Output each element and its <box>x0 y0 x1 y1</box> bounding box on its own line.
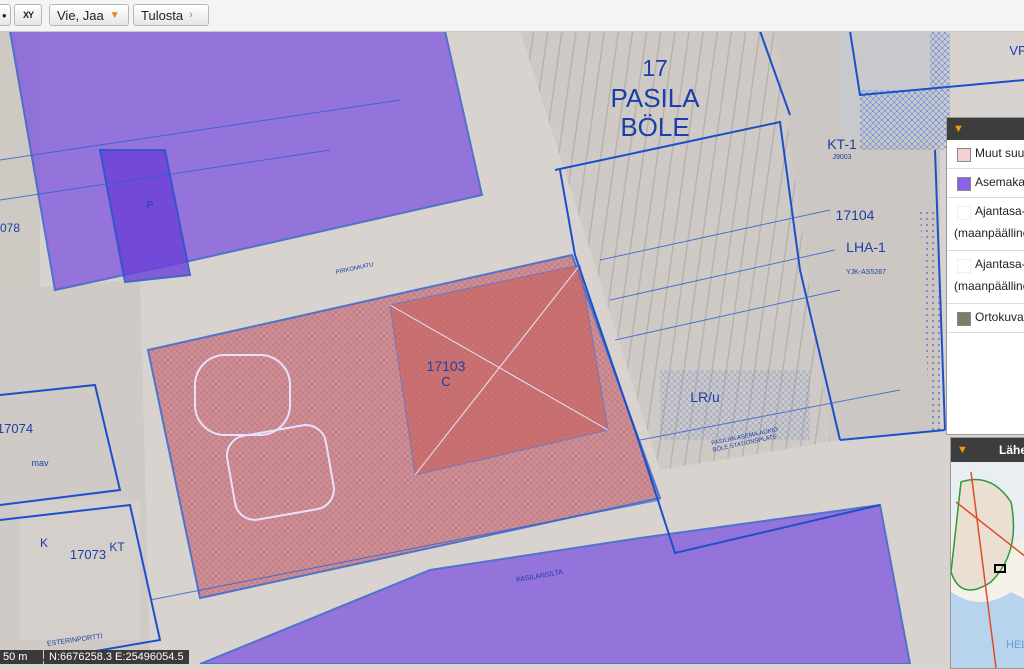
district-number: 17 <box>642 55 668 81</box>
block-078: 078 <box>0 221 20 235</box>
lha-label: LHA-1 <box>846 239 886 255</box>
print-button[interactable]: Tulosta › <box>133 4 209 26</box>
layer-swatch <box>957 259 971 273</box>
district-name-fi: PASILA <box>610 83 700 113</box>
layer-item[interactable]: Ajantasa- (maanpäälline <box>947 198 1024 251</box>
layer-label: Muut suu <box>975 146 1024 160</box>
layer-item[interactable]: Ajantasa- (maanpäälline <box>947 251 1024 304</box>
layer-swatch <box>957 206 971 220</box>
layer-label: Ajantasa- <box>975 204 1024 218</box>
kt2-label: KT <box>109 540 125 554</box>
lr-label: LR/u <box>690 389 720 405</box>
kt-sub: J9003 <box>832 154 851 161</box>
layer-item[interactable]: Asemaka <box>947 169 1024 198</box>
export-share-button[interactable]: Vie, Jaa ▼ <box>49 4 129 26</box>
export-share-label: Vie, Jaa <box>57 7 104 23</box>
block-17074: 17074 <box>0 421 33 436</box>
block-17104: 17104 <box>836 207 875 223</box>
pan-tool-button[interactable]: • <box>0 4 11 26</box>
lha-sub: YJK-AS5267 <box>846 269 886 276</box>
layer-swatch <box>957 312 971 326</box>
coordinate-readout: N:6676258.3 E:25496054.5 <box>44 650 189 664</box>
overview-map[interactable]: HEL <box>951 462 1024 668</box>
layer-swatch <box>957 148 971 162</box>
overview-city-label: HEL <box>1006 639 1024 651</box>
map-toolbar: • XY Vie, Jaa ▼ Tulosta › <box>0 0 1024 32</box>
scale-indicator: 50 m <box>0 650 43 664</box>
parking-label: P <box>147 200 154 211</box>
layer-label: Ajantasa- <box>975 257 1024 271</box>
chevron-down-icon: ▼ <box>109 9 120 21</box>
layer-label: Ortokuva <box>975 310 1024 324</box>
layer-label: Asemaka <box>975 175 1024 189</box>
pan-icon: • <box>2 7 7 23</box>
vp-label: VP <box>1009 43 1024 58</box>
layer-label-line2: (maanpäälline <box>954 279 1024 293</box>
overview-panel: ▼ Lähe HEL <box>950 437 1024 669</box>
layer-swatch <box>957 177 971 191</box>
block-17073: 17073 <box>70 547 106 562</box>
kt-label: KT-1 <box>827 136 857 152</box>
district-name-sv: BÖLE <box>620 112 689 142</box>
layer-item[interactable]: Muut suu <box>947 140 1024 169</box>
print-label: Tulosta <box>141 7 184 23</box>
block-label: 17103 <box>427 358 466 374</box>
mav-label: mav <box>31 458 49 468</box>
overview-panel-title: Lähe <box>998 443 1024 457</box>
overview-panel-header[interactable]: ▼ Lähe <box>951 438 1024 462</box>
layer-panel: ▼ K Muut suu Asemaka Ajantasa- (maanpääl… <box>946 117 1024 435</box>
layer-item[interactable]: Ortokuva <box>947 304 1024 333</box>
xy-tool-button[interactable]: XY <box>14 4 42 26</box>
block-code: C <box>441 374 450 389</box>
xy-icon: XY <box>22 10 34 20</box>
chevron-down-icon[interactable]: ▼ <box>957 444 968 456</box>
map-canvas[interactable]: 17 PASILA BÖLE 17103 C LR/u KT-1 J9003 1… <box>0 31 1024 664</box>
layer-panel-header[interactable]: ▼ K <box>947 118 1024 140</box>
layer-label-line2: (maanpäälline <box>954 226 1024 240</box>
chevron-down-icon[interactable]: ▼ <box>953 123 964 135</box>
chevron-right-icon: › <box>189 9 193 21</box>
k-label: K <box>40 536 48 550</box>
